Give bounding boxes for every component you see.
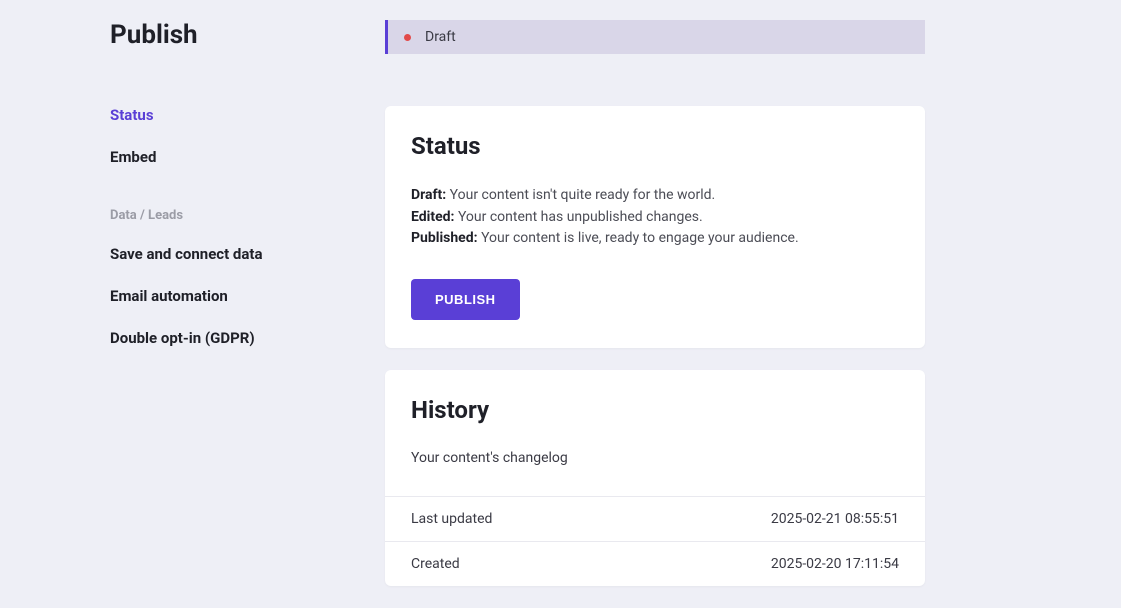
sidebar: Publish Status Embed Data / Leads Save a…	[0, 20, 385, 608]
status-line-published: Published: Your content is live, ready t…	[411, 229, 899, 249]
status-dot-icon	[404, 34, 411, 41]
history-row-label: Last updated	[411, 511, 492, 527]
sidebar-section-label: Data / Leads	[110, 208, 345, 223]
sidebar-item-email-automation[interactable]: Email automation	[110, 287, 345, 305]
status-card: Status Draft: Your content isn't quite r…	[385, 106, 925, 348]
sidebar-item-status[interactable]: Status	[110, 106, 345, 124]
history-row-value: 2025-02-21 08:55:51	[771, 511, 899, 527]
main-content: Draft Status Draft: Your content isn't q…	[385, 20, 1121, 608]
history-description: Your content's changelog	[385, 450, 925, 466]
history-row-created: Created 2025-02-20 17:11:54	[385, 541, 925, 586]
history-card: History Your content's changelog Last up…	[385, 370, 925, 586]
page-title: Publish	[110, 20, 345, 50]
status-banner: Draft	[385, 20, 925, 54]
status-line-draft: Draft: Your content isn't quite ready fo…	[411, 186, 899, 206]
status-lines: Draft: Your content isn't quite ready fo…	[411, 186, 899, 249]
status-line-edited: Edited: Your content has unpublished cha…	[411, 208, 899, 228]
history-row-last-updated: Last updated 2025-02-21 08:55:51	[385, 496, 925, 541]
publish-button[interactable]: PUBLISH	[411, 279, 520, 320]
sidebar-item-embed[interactable]: Embed	[110, 148, 345, 166]
sidebar-item-save-connect-data[interactable]: Save and connect data	[110, 245, 345, 263]
sidebar-item-double-optin[interactable]: Double opt-in (GDPR)	[110, 329, 345, 347]
status-banner-text: Draft	[425, 29, 456, 45]
history-row-label: Created	[411, 556, 460, 572]
history-card-title: History	[385, 396, 925, 424]
status-card-title: Status	[411, 132, 899, 160]
history-row-value: 2025-02-20 17:11:54	[771, 556, 899, 572]
